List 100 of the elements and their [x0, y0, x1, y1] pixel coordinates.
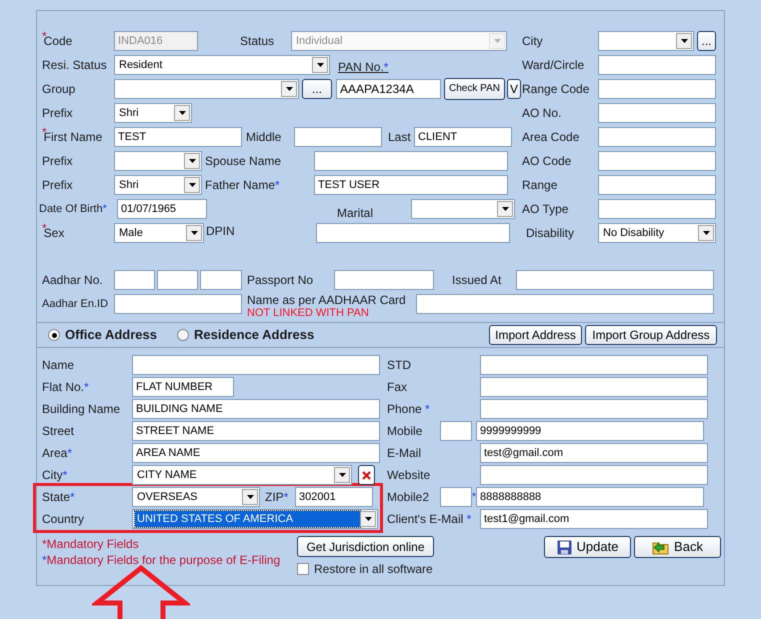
pan-link[interactable]: PAN No.*: [338, 58, 388, 76]
text-field[interactable]: [598, 127, 716, 147]
dropdown[interactable]: [411, 199, 515, 219]
text-field[interactable]: [416, 294, 714, 314]
field-label: State*: [42, 489, 75, 506]
text-field[interactable]: CLIENT: [414, 127, 512, 147]
field-label: Country: [42, 511, 84, 528]
field-label: Flat No.*: [42, 379, 89, 396]
legend-text: *Mandatory Fields: [42, 536, 140, 552]
text-field[interactable]: 8888888888: [476, 487, 704, 507]
text-field[interactable]: AREA NAME: [132, 443, 380, 463]
warning-text: NOT LINKED WITH PAN: [247, 306, 370, 318]
text-field[interactable]: test@gmail.com: [480, 443, 708, 463]
text-field[interactable]: [440, 421, 472, 441]
field-label: Prefix: [42, 177, 73, 194]
browse-button[interactable]: ...: [697, 31, 716, 51]
close-icon: [362, 470, 371, 480]
dropdown[interactable]: [114, 151, 202, 171]
dropdown[interactable]: [598, 31, 694, 51]
field-label: Last: [388, 129, 411, 146]
text-field[interactable]: TEST USER: [314, 175, 508, 195]
text-field[interactable]: [200, 270, 242, 290]
browse-button[interactable]: ...: [302, 79, 332, 99]
caret-icon: [188, 159, 196, 163]
caret-icon: [502, 207, 508, 211]
text-field[interactable]: [480, 355, 708, 375]
dropdown[interactable]: Shri: [114, 175, 202, 195]
field-label: Group: [42, 81, 76, 98]
caret-icon: [364, 517, 372, 521]
text-field[interactable]: [480, 465, 708, 485]
verify-button[interactable]: V: [507, 79, 521, 99]
text-field[interactable]: [516, 270, 714, 290]
text-field[interactable]: [294, 127, 382, 147]
dropdown[interactable]: [114, 79, 299, 99]
field-label: Marital: [337, 205, 374, 222]
text-field[interactable]: [598, 199, 716, 219]
dropdown[interactable]: OVERSEAS: [132, 487, 260, 507]
dropdown[interactable]: Male: [114, 223, 204, 243]
field-label: Street: [42, 423, 74, 440]
field-label: E-Mail: [387, 445, 422, 462]
field-label: Aadhar En.ID: [42, 296, 108, 312]
import-group-address-button[interactable]: Import Group Address: [585, 325, 717, 345]
field-label: AO Type: [522, 201, 568, 218]
field-label: Middle: [246, 129, 282, 146]
address-radio[interactable]: Office Address: [48, 325, 157, 345]
dropdown[interactable]: CITY NAME: [132, 465, 352, 485]
text-field[interactable]: [598, 103, 716, 123]
restore-checkbox[interactable]: Restore in all software: [297, 560, 434, 578]
text-field[interactable]: [316, 223, 510, 243]
text-field[interactable]: [598, 175, 716, 195]
field-label: Name as per AADHAAR Card: [247, 294, 407, 306]
text-field[interactable]: 9999999999: [476, 421, 704, 441]
check-pan-button[interactable]: Check PAN: [444, 78, 505, 100]
text-field[interactable]: AAAPA1234A: [336, 79, 441, 99]
text-field[interactable]: [114, 294, 242, 314]
address-radio[interactable]: Residence Address: [177, 325, 314, 345]
text-field[interactable]: [314, 151, 508, 171]
field-label: Father Name*: [205, 177, 280, 194]
import-address-button[interactable]: Import Address: [489, 325, 582, 345]
text-field[interactable]: [598, 55, 716, 75]
text-field[interactable]: 302001: [295, 487, 373, 507]
field-label: Mobile2: [387, 489, 430, 506]
field-label: Name: [42, 357, 74, 374]
caret-icon: [494, 39, 500, 43]
caret-icon: [338, 473, 346, 477]
field-label: Disability: [526, 225, 574, 242]
back-button[interactable]: Back: [634, 536, 721, 558]
field-label: STD: [387, 357, 411, 374]
text-field[interactable]: [114, 270, 155, 290]
dropdown[interactable]: Resident: [114, 55, 330, 75]
get-jurisdiction-button[interactable]: Get Jurisdiction online: [297, 536, 434, 557]
caret-icon: [190, 231, 198, 235]
text-field[interactable]: [480, 399, 708, 419]
caret-icon: [188, 183, 196, 187]
text-field[interactable]: 01/07/1965: [117, 199, 207, 219]
text-field[interactable]: BUILDING NAME: [132, 399, 380, 419]
text-field[interactable]: TEST: [114, 127, 242, 147]
text-field[interactable]: [157, 270, 198, 290]
text-field[interactable]: [440, 487, 472, 507]
update-button[interactable]: Update: [544, 536, 631, 558]
field-label: AO No.: [522, 105, 562, 122]
field-label: Area*: [42, 445, 72, 462]
field-label: Status: [240, 33, 274, 50]
dropdown[interactable]: Shri: [114, 103, 192, 123]
text-field[interactable]: FLAT NUMBER: [132, 377, 234, 397]
text-field[interactable]: test1@gmail.com: [480, 509, 708, 529]
text-field[interactable]: [334, 270, 434, 290]
text-field[interactable]: [598, 151, 716, 171]
text-field[interactable]: [132, 355, 380, 375]
field-label: City: [522, 33, 543, 50]
clear-button[interactable]: [358, 465, 375, 485]
text-field[interactable]: STREET NAME: [132, 421, 380, 441]
field-label: Fax: [387, 379, 408, 396]
caret-icon: [702, 231, 710, 235]
dropdown[interactable]: No Disability: [598, 223, 716, 243]
text-field[interactable]: [598, 79, 716, 99]
text-field[interactable]: [480, 377, 708, 397]
caret-icon: [286, 87, 292, 91]
caret-icon: [316, 63, 324, 67]
dropdown[interactable]: UNITED STATES OF AMERICA: [132, 509, 378, 529]
